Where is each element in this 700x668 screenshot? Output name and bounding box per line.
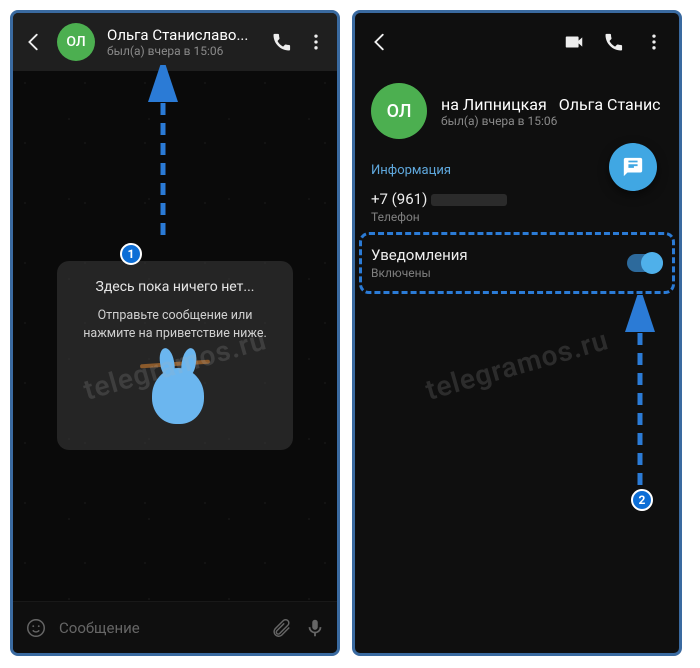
profile-header — [355, 13, 679, 71]
more-icon[interactable] — [643, 31, 665, 53]
chat-header: ОЛ Ольга Станиславо... был(а) вчера в 15… — [13, 13, 337, 71]
last-seen: был(а) вчера в 15:06 — [107, 44, 259, 58]
chat-title-block[interactable]: Ольга Станиславо... был(а) вчера в 15:06 — [107, 26, 259, 58]
chat-name: Ольга Станиславо... — [107, 26, 259, 44]
notifications-state: Включены — [371, 266, 627, 280]
profile-screen: ОЛ на Липницкая Ольга Станис был(а) вчер… — [352, 10, 682, 656]
phone-masked — [431, 194, 507, 206]
empty-text: Отправьте сообщение или нажмите на приве… — [73, 307, 277, 342]
video-icon[interactable] — [563, 31, 585, 53]
message-input-bar — [13, 601, 337, 653]
message-input[interactable] — [59, 610, 258, 646]
greeting-sticker[interactable] — [130, 354, 220, 434]
message-fab[interactable] — [609, 143, 657, 191]
attach-icon[interactable] — [270, 617, 292, 639]
smile-icon[interactable] — [25, 617, 47, 639]
notifications-title: Уведомления — [371, 246, 627, 264]
watermark: telegramos.ru — [422, 323, 612, 407]
notifications-row[interactable]: Уведомления Включены — [355, 236, 679, 290]
bunny-sticker — [152, 368, 204, 424]
back-icon[interactable] — [23, 31, 45, 53]
chat-screen: ОЛ Ольга Станиславо... был(а) вчера в 15… — [10, 10, 340, 656]
empty-chat-card[interactable]: Здесь пока ничего нет... Отправьте сообщ… — [57, 261, 293, 450]
avatar[interactable]: ОЛ — [371, 83, 427, 139]
notifications-toggle[interactable] — [627, 254, 663, 272]
annotation-badge-1: 1 — [120, 243, 142, 265]
mic-icon[interactable] — [304, 617, 326, 639]
phone-icon[interactable] — [271, 31, 293, 53]
annotation-badge-2: 2 — [631, 489, 653, 511]
phone-icon[interactable] — [603, 31, 625, 53]
last-seen: был(а) вчера в 15:06 — [441, 114, 663, 128]
more-icon[interactable] — [305, 31, 327, 53]
profile-name: на Липницкая Ольга Станис — [441, 95, 663, 114]
back-icon[interactable] — [369, 31, 391, 53]
empty-title: Здесь пока ничего нет... — [73, 279, 277, 295]
phone-value: +7 (961) — [371, 190, 663, 208]
avatar[interactable]: ОЛ — [57, 23, 95, 61]
phone-label: Телефон — [371, 210, 663, 224]
